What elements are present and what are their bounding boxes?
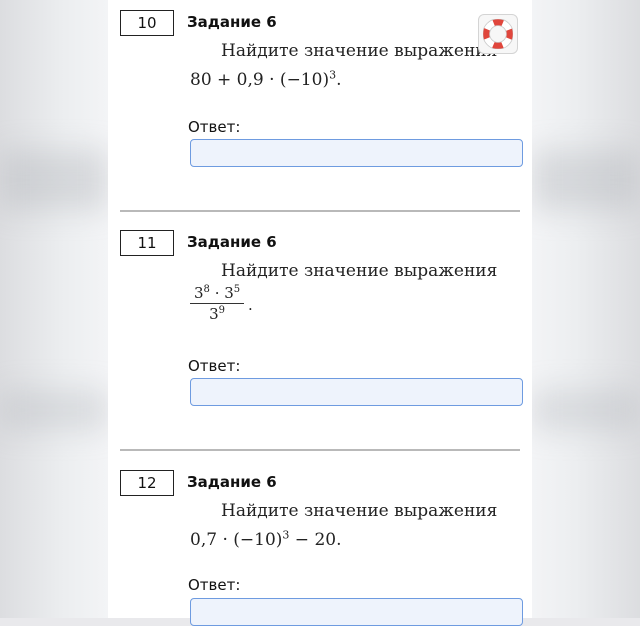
task-title: Задание 6 [187,233,277,251]
answer-input[interactable] [190,598,523,626]
task-prompt: Найдите значение выражения [221,261,498,281]
math-expression: 0,7 · (−10)3 − 20. [190,528,342,550]
answer-label: Ответ: [188,576,241,594]
task-number: 11 [120,230,174,256]
answer-label: Ответ: [188,118,241,136]
answer-input[interactable] [190,139,523,167]
divider [120,210,520,212]
task-number: 10 [120,10,174,36]
fraction-numerator: 38 · 35 [190,284,245,304]
task-prompt: Найдите значение выражения [221,501,498,521]
help-button[interactable] [478,14,518,54]
answer-input[interactable] [190,378,523,406]
task-title: Задание 6 [187,473,277,491]
task-number: 12 [120,470,174,496]
task-title: Задание 6 [187,13,277,31]
math-expression: 80 + 0,9 · (−10)3. [190,68,342,90]
background-left [0,0,108,618]
task-prompt: Найдите значение выражения [221,41,498,61]
fraction-denominator: 39 [209,305,226,323]
background-right [532,0,640,618]
lifebuoy-icon [483,19,513,49]
fraction-period: . [248,296,253,314]
divider [120,449,520,451]
math-fraction: 38 · 35 39 [190,284,245,323]
answer-label: Ответ: [188,357,241,375]
task-page: 10 Задание 6 Найдите значение выражения … [108,0,532,626]
